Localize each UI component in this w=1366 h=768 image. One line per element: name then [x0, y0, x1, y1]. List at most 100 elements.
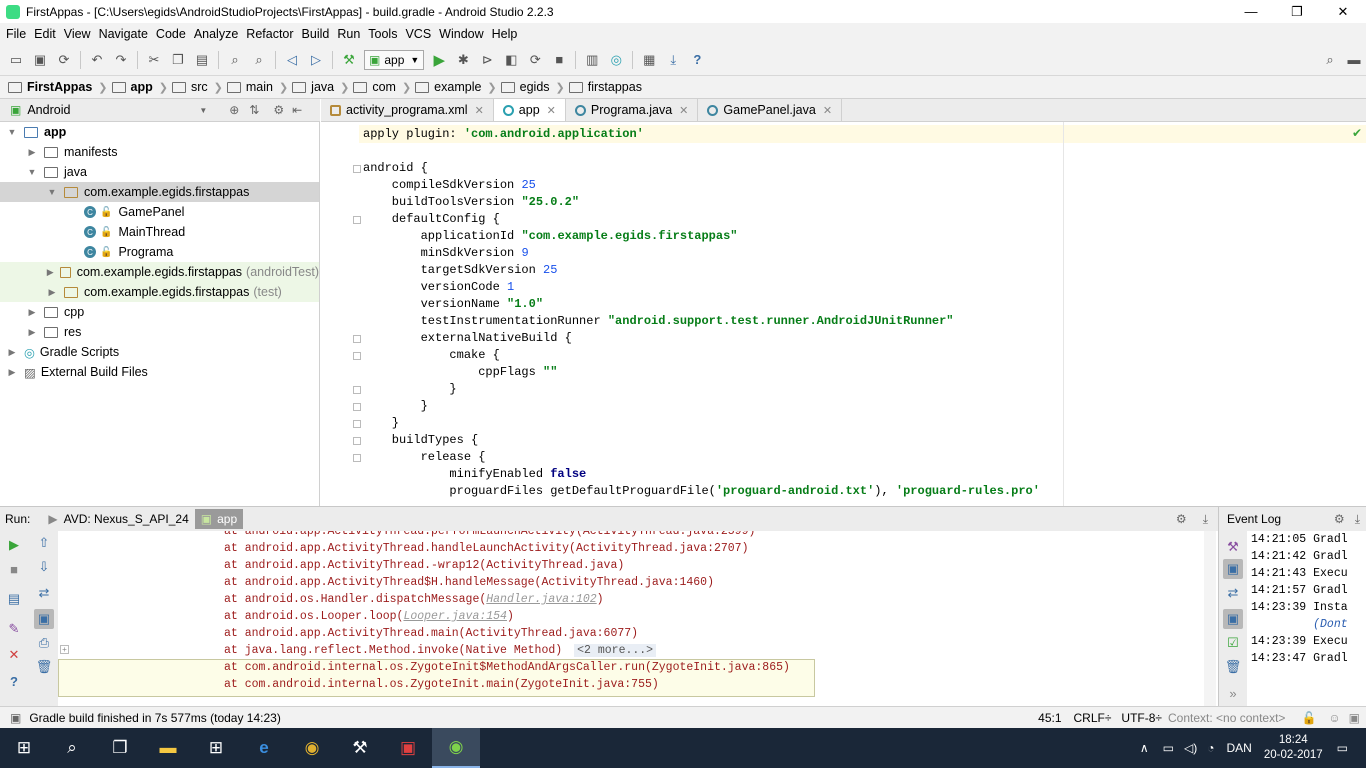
search-icon[interactable]: ⌕	[48, 728, 96, 768]
pin-icon[interactable]: ✎	[4, 619, 24, 639]
fold-marker-icon[interactable]	[353, 437, 361, 445]
check-icon[interactable]: ☑	[1223, 633, 1243, 653]
tree-item-cpp[interactable]: ▶ cpp	[0, 302, 319, 322]
fold-marker-icon[interactable]	[353, 335, 361, 343]
collapsed-arrow-icon[interactable]: ▶	[6, 367, 18, 378]
expanded-arrow-icon[interactable]: ▼	[46, 187, 58, 197]
print-icon[interactable]: ⎙	[34, 633, 54, 653]
chevron-down-icon[interactable]: ▼	[199, 106, 207, 115]
run-config-select[interactable]: ▣ app ▼	[364, 49, 425, 70]
source-link[interactable]: Handler.java:102	[486, 593, 596, 606]
acrobat-icon[interactable]: ▣	[384, 728, 432, 768]
editor-tab-app[interactable]: app ✕	[493, 99, 566, 121]
redo-icon[interactable]: ↷	[110, 49, 132, 71]
hide-panel-icon[interactable]: ⇤	[292, 103, 302, 117]
console-output[interactable]: at android.app.ActivityThread.performLau…	[58, 531, 1204, 706]
context-indicator[interactable]: Context: <no context>	[1168, 711, 1285, 725]
fold-marker-icon[interactable]	[353, 454, 361, 462]
collapse-all-icon[interactable]: ⇅	[249, 103, 259, 117]
tools-icon[interactable]: ⚒	[336, 728, 384, 768]
stop-icon[interactable]: ■	[4, 559, 24, 579]
soft-wrap-icon[interactable]: ⇄	[1223, 583, 1243, 603]
menu-view[interactable]: View	[60, 27, 95, 41]
debug-icon[interactable]: ✱	[452, 49, 474, 71]
project-structure-icon[interactable]: ▦	[638, 49, 660, 71]
breadcrumb-item-src[interactable]: src ❯	[171, 80, 227, 94]
fold-marker-icon[interactable]	[353, 403, 361, 411]
collapsed-arrow-icon[interactable]: ▶	[46, 267, 54, 278]
show-hidden-icons[interactable]: ∧	[1140, 741, 1149, 755]
search-everywhere-icon[interactable]: ⌕	[1319, 49, 1341, 71]
open-folder-icon[interactable]: ▭	[5, 49, 27, 71]
maximize-button[interactable]: ❐	[1274, 0, 1320, 23]
menu-build[interactable]: Build	[298, 27, 334, 41]
hide-panel-icon[interactable]: ⤓	[1203, 512, 1208, 527]
event-log-entry[interactable]: (Dont	[1251, 618, 1348, 631]
inspector-icon[interactable]: ☺	[1328, 711, 1340, 725]
fold-marker-icon[interactable]	[353, 165, 361, 173]
breadcrumb-item-com[interactable]: com ❯	[353, 80, 415, 94]
editor-tab-activity-programa-xml[interactable]: activity_programa.xml ✕	[321, 99, 494, 121]
windows-start-icon[interactable]: ⊞	[0, 728, 48, 768]
editor-tab-gamepanel-java[interactable]: GamePanel.java ✕	[698, 99, 843, 121]
menu-file[interactable]: File	[2, 27, 30, 41]
help-icon[interactable]: ?	[4, 671, 24, 691]
hide-toolbar-icon[interactable]: ▬	[1343, 49, 1365, 71]
lock-icon[interactable]: 🔓	[1301, 711, 1316, 725]
battery-icon[interactable]: ▭	[1163, 741, 1174, 755]
undo-icon[interactable]: ↶	[86, 49, 108, 71]
close-button[interactable]: ✕	[1320, 0, 1366, 23]
copy-icon[interactable]: ❐	[167, 49, 189, 71]
language-indicator[interactable]: DAN	[1226, 741, 1251, 755]
tree-item-com-example-egids-firstappas[interactable]: ▼ com.example.egids.firstappas	[0, 182, 319, 202]
collapsed-arrow-icon[interactable]: ▶	[46, 287, 58, 298]
file-explorer-icon[interactable]: ▬	[144, 728, 192, 768]
minimize-button[interactable]: —	[1228, 0, 1274, 23]
folded-frames-link[interactable]: <2 more...>	[574, 644, 657, 657]
status-message[interactable]: Gradle build finished in 7s 577ms (today…	[29, 711, 1038, 725]
menu-refactor[interactable]: Refactor	[242, 27, 297, 41]
fold-marker-icon[interactable]	[353, 420, 361, 428]
attach-debugger-icon[interactable]: ⊳	[476, 49, 498, 71]
help-icon[interactable]: ?	[686, 49, 708, 71]
clock[interactable]: 18:24 20-02-2017	[1264, 733, 1323, 763]
close-run-icon[interactable]: ✕	[4, 645, 24, 665]
clear-all-icon[interactable]: 🗑	[1223, 657, 1243, 677]
console-scrollbar[interactable]	[1204, 531, 1216, 706]
expanded-arrow-icon[interactable]: ▼	[6, 127, 18, 137]
breadcrumb-item-app[interactable]: app ❯	[111, 80, 172, 94]
collapsed-arrow-icon[interactable]: ▶	[26, 307, 38, 318]
chrome-icon[interactable]: ◉	[288, 728, 336, 768]
gear-icon[interactable]: ⚙	[1334, 512, 1345, 526]
collapsed-arrow-icon[interactable]: ▶	[6, 347, 18, 358]
code-editor[interactable]: apply plugin: 'com.android.application' a…	[321, 122, 1366, 506]
close-tab-icon[interactable]: ✕	[475, 104, 484, 117]
collapsed-arrow-icon[interactable]: ▶	[26, 147, 38, 158]
run-tab-app[interactable]: ▣ app	[194, 509, 244, 529]
sync-icon[interactable]: ⟳	[53, 49, 75, 71]
gear-icon[interactable]: ⚙	[273, 103, 284, 117]
tree-item-app[interactable]: ▼ app	[0, 122, 319, 142]
android-studio-taskbar-icon[interactable]: ◉	[432, 728, 480, 768]
forward-icon[interactable]: ▷	[305, 49, 327, 71]
fold-marker-icon[interactable]	[353, 216, 361, 224]
tree-item-manifests[interactable]: ▶ manifests	[0, 142, 319, 162]
menu-window[interactable]: Window	[435, 27, 487, 41]
close-tab-icon[interactable]: ✕	[547, 104, 556, 117]
run-tab-avd[interactable]: ▶ AVD: Nexus_S_API_24	[42, 509, 194, 529]
run-coverage-icon[interactable]: ◧	[500, 49, 522, 71]
action-center-icon[interactable]: ▭	[1337, 741, 1348, 755]
mark-read-icon[interactable]: ▣	[1223, 609, 1243, 629]
tree-item-com-example-egids-firstappas[interactable]: ▶ com.example.egids.firstappas (androidTes…	[0, 262, 319, 282]
tree-item-java[interactable]: ▼ java	[0, 162, 319, 182]
breadcrumb-item-firstappas[interactable]: firstappas	[568, 80, 646, 94]
close-tab-icon[interactable]: ✕	[823, 104, 832, 117]
menu-edit[interactable]: Edit	[30, 27, 60, 41]
breadcrumb-item-firstappas[interactable]: FirstAppas ❯	[8, 80, 112, 94]
clear-all-icon[interactable]: 🗑	[34, 657, 54, 677]
close-tab-icon[interactable]: ✕	[679, 104, 688, 117]
fold-marker-icon[interactable]	[353, 352, 361, 360]
menu-navigate[interactable]: Navigate	[95, 27, 152, 41]
task-view-icon[interactable]: ❐	[96, 728, 144, 768]
rerun-icon[interactable]: ⟳	[524, 49, 546, 71]
